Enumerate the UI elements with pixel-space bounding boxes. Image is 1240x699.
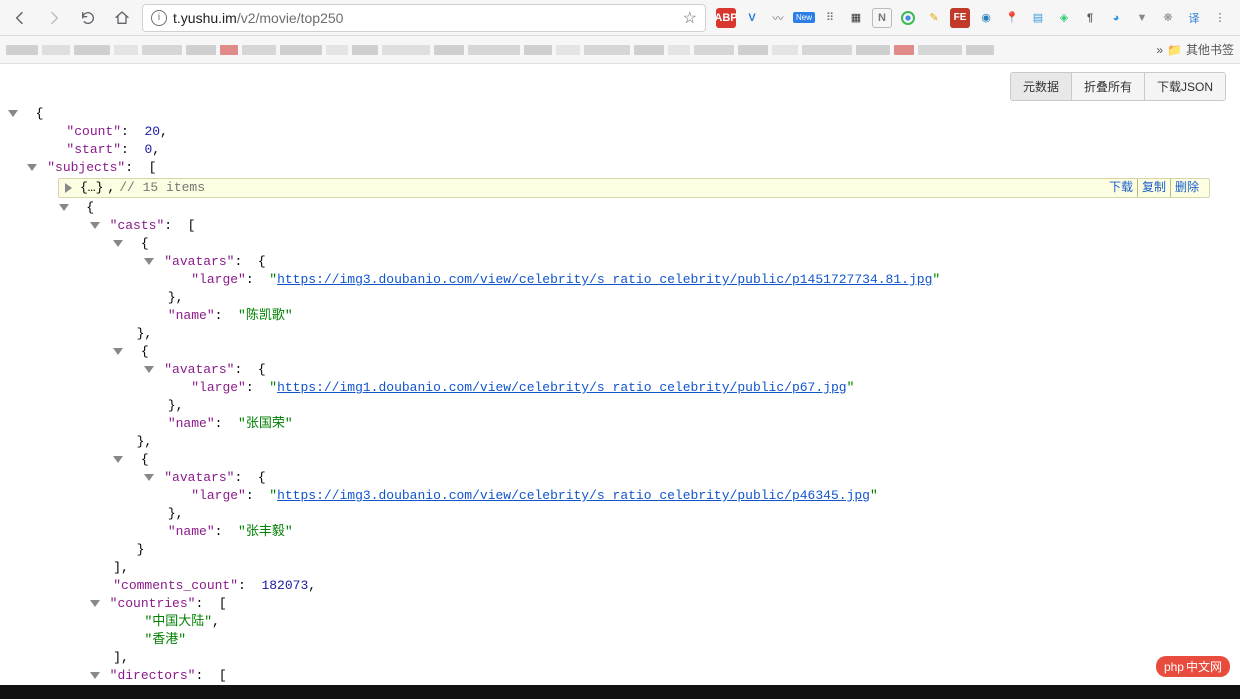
url-bar[interactable]: i t.yushu.im/v2/movie/top250 ☆ [142,4,706,32]
json-string: "香港" [144,632,186,647]
ext-new-icon[interactable]: New [794,8,814,28]
toggle-icon[interactable] [8,110,18,117]
json-key: "name" [168,524,215,539]
toggle-icon[interactable] [144,366,154,373]
php-badge-icon: php 中文网 [1156,656,1230,677]
toggle-icon[interactable] [113,348,123,355]
back-button[interactable] [6,4,34,32]
reload-button[interactable] [74,4,102,32]
bookmark-star-icon[interactable]: ☆ [683,8,697,28]
row-actions: 下载 复制 删除 [1105,179,1203,197]
folder-icon: 📁 [1167,43,1182,57]
overflow-chevron-icon[interactable]: » [1156,43,1163,57]
json-key: "large" [191,272,246,287]
json-url-link[interactable]: https://img1.doubanio.com/view/celebrity… [277,380,847,395]
ext-translate-icon[interactable]: 译 [1184,8,1204,28]
json-action-bar: 元数据 折叠所有 下载JSON [1010,72,1226,101]
toggle-icon[interactable] [113,456,123,463]
row-download-link[interactable]: 下载 [1105,179,1137,197]
toggle-collapsed-icon[interactable] [65,183,72,193]
ext-pilcrow-icon[interactable]: ¶ [1080,8,1100,28]
json-key: "name" [168,416,215,431]
ext-qr-icon[interactable]: ▦ [846,8,866,28]
toggle-icon[interactable] [90,600,100,607]
toggle-icon[interactable] [90,222,100,229]
json-url-link[interactable]: https://img3.doubanio.com/view/celebrity… [277,488,870,503]
json-key: "countries" [110,596,196,611]
ext-chrome-icon[interactable] [898,8,918,28]
item-count-comment: // 15 items [119,179,205,197]
json-key: "comments_count" [113,578,238,593]
toggle-icon[interactable] [144,474,154,481]
ext-fe-icon[interactable]: FE [950,8,970,28]
browser-toolbar: i t.yushu.im/v2/movie/top250 ☆ ABP V 〰 N… [0,0,1240,36]
ext-pencil-icon[interactable]: ✎ [924,8,944,28]
menu-icon[interactable]: ⋮ [1210,8,1230,28]
json-string: "张国荣" [238,416,293,431]
other-bookmarks[interactable]: » 📁 其他书签 [1156,41,1234,58]
metadata-button[interactable]: 元数据 [1011,73,1071,100]
collapsed-object-label: {…} [80,179,103,197]
ext-circle-icon[interactable]: ◕ [1106,8,1126,28]
json-key: "subjects" [47,160,125,175]
toggle-icon[interactable] [90,672,100,679]
json-key: "avatars" [164,254,234,269]
json-key: "directors" [110,668,196,683]
json-key: "name" [168,308,215,323]
json-number: 182073 [261,578,308,593]
json-key: "avatars" [164,470,234,485]
home-button[interactable] [108,4,136,32]
json-key: "start" [66,142,121,157]
site-info-icon[interactable]: i [151,10,167,26]
json-number: 20 [144,124,160,139]
ext-v-icon[interactable]: V [742,8,762,28]
abp-icon[interactable]: ABP [716,8,736,28]
ext-flower-icon[interactable]: ❋ [1158,8,1178,28]
json-key: "avatars" [164,362,234,377]
json-url-link[interactable]: https://img3.doubanio.com/view/celebrity… [277,272,932,287]
forward-button[interactable] [40,4,68,32]
row-copy-link[interactable]: 复制 [1137,179,1170,197]
ext-doc-icon[interactable]: ▤ [1028,8,1048,28]
url-text: t.yushu.im/v2/movie/top250 [173,10,343,26]
toggle-icon[interactable] [113,240,123,247]
json-string: "陈凯歌" [238,308,293,323]
taskbar [0,685,1240,699]
extension-icons: ABP V 〰 New ⠿ ▦ N ✎ FE ◉ 📍 ▤ ◈ ¶ ◕ ▼ ❋ 译… [712,8,1234,28]
ext-dots-icon[interactable]: ⠿ [820,8,840,28]
ext-pin-icon[interactable]: 📍 [1002,8,1022,28]
bookmarks-bar: » 📁 其他书签 [0,36,1240,64]
ext-n-icon[interactable]: N [872,8,892,28]
json-string: "中国大陆" [144,614,212,629]
download-json-button[interactable]: 下载JSON [1144,73,1225,100]
ext-globe-icon[interactable]: ◉ [976,8,996,28]
json-string: "张丰毅" [238,524,293,539]
ext-wave-icon[interactable]: 〰 [768,8,788,28]
collapsed-array-row[interactable]: {…}, // 15 items 下载 复制 删除 [58,178,1210,198]
json-key: "casts" [110,218,165,233]
toggle-icon[interactable] [144,258,154,265]
json-key: "large" [191,488,246,503]
watermark: php 中文网 [1156,656,1230,677]
json-key: "count" [66,124,121,139]
collapse-all-button[interactable]: 折叠所有 [1071,73,1144,100]
ext-chevdown-icon[interactable]: ▼ [1132,8,1152,28]
other-bookmarks-label: 其他书签 [1186,41,1234,58]
toggle-icon[interactable] [59,204,69,211]
toggle-icon[interactable] [27,164,37,171]
json-key: "large" [191,380,246,395]
json-tree: { "count": 20, "start": 0, "subjects": [… [4,105,1236,681]
ext-diamond-icon[interactable]: ◈ [1054,8,1074,28]
row-delete-link[interactable]: 删除 [1170,179,1203,197]
